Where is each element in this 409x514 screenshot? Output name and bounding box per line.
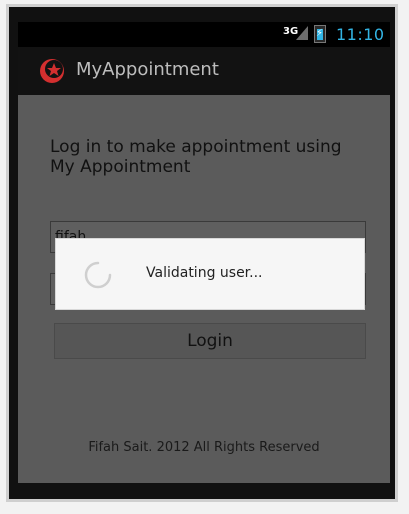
copyright-footer: Fifah Sait. 2012 All Rights Reserved xyxy=(88,440,320,455)
progress-message: Validating user... xyxy=(146,265,263,281)
login-instruction-text: Log in to make appointment using My Appo… xyxy=(50,137,342,177)
status-bar: 3G ⚡ 11:10 xyxy=(18,22,390,47)
app-logo-icon[interactable] xyxy=(38,57,66,85)
battery-icon: ⚡ xyxy=(314,25,326,43)
progress-dialog: Validating user... xyxy=(55,238,365,310)
status-clock: 11:10 xyxy=(336,25,385,44)
action-bar: MyAppointment xyxy=(18,47,390,95)
signal-icon xyxy=(296,26,308,40)
login-button[interactable]: Login xyxy=(54,323,366,359)
loading-spinner-icon xyxy=(84,261,112,289)
app-title: MyAppointment xyxy=(76,59,219,80)
